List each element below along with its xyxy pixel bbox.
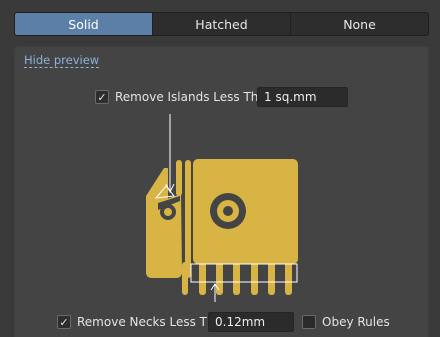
copper-pin [268, 262, 275, 295]
remove-necks-checkbox[interactable]: ✓ [57, 315, 71, 329]
copper-trace [176, 160, 182, 196]
copper-pin [285, 262, 292, 295]
polygon-preview-illustration [146, 114, 298, 302]
copper-pin [216, 262, 223, 295]
via-ring [164, 208, 172, 216]
polygon-fill-settings: Solid Hatched None Hide preview ✓ Remove… [0, 0, 440, 337]
copper-pin [182, 262, 188, 295]
checkmark-icon: ✓ [59, 315, 69, 329]
copper-pin [199, 262, 206, 295]
copper-pin [251, 262, 258, 295]
remove-necks-label: Remove Necks Less Than [77, 315, 230, 329]
copper-pin [233, 262, 240, 295]
neck-highlight [190, 263, 298, 283]
pad-hole [223, 206, 233, 216]
obey-rules-checkbox[interactable] [302, 315, 316, 329]
remove-necks-input[interactable]: 0.12mm [208, 312, 294, 332]
copper-trace [185, 160, 191, 278]
obey-rules-label: Obey Rules [322, 315, 390, 329]
